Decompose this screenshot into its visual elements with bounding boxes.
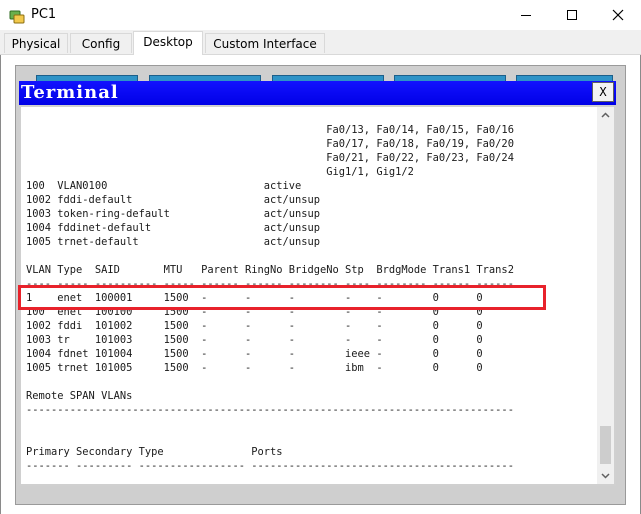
terminal-line: ----------------------------------------… bbox=[26, 404, 514, 416]
terminal-line: 1004 fddinet-default act/unsup bbox=[26, 222, 321, 234]
terminal-line: Fa0/17, Fa0/18, Fa0/19, Fa0/20 bbox=[26, 138, 514, 150]
scroll-down-button[interactable] bbox=[597, 467, 614, 484]
scroll-up-button[interactable] bbox=[597, 107, 614, 124]
minimize-icon bbox=[521, 15, 531, 16]
terminal-line: 1005 trnet 101005 1500 - - - ibm - 0 0 bbox=[26, 362, 483, 374]
highlight-box bbox=[18, 285, 546, 310]
terminal-line: 1004 fdnet 101004 1500 - - - ieee - 0 0 bbox=[26, 348, 483, 360]
tab-strip: Physical Config Desktop Custom Interface bbox=[0, 30, 641, 55]
terminal-line: Remote SPAN VLANs bbox=[26, 390, 133, 402]
window-title: PC1 bbox=[31, 7, 57, 22]
terminal-titlebar: Terminal X bbox=[19, 81, 616, 105]
terminal-line: 1002 fddi-default act/unsup bbox=[26, 194, 321, 206]
terminal-line: ------- --------- ----------------- ----… bbox=[26, 460, 514, 472]
chevron-up-icon bbox=[601, 112, 610, 118]
terminal-line: 1003 tr 101003 1500 - - - - - 0 0 bbox=[26, 334, 483, 346]
terminal-line: VLAN Type SAID MTU Parent RingNo BridgeN… bbox=[26, 264, 514, 276]
close-icon bbox=[612, 9, 624, 21]
terminal-title: Terminal bbox=[21, 82, 119, 103]
terminal-line: 100 VLAN0100 active bbox=[26, 180, 302, 192]
window-titlebar: PC1 bbox=[0, 0, 641, 30]
chevron-down-icon bbox=[601, 473, 610, 479]
tab-custom-interface[interactable]: Custom Interface bbox=[205, 33, 325, 53]
maximize-button[interactable] bbox=[549, 0, 595, 30]
packet-tracer-pc-icon bbox=[9, 10, 25, 24]
terminal-line: Fa0/13, Fa0/14, Fa0/15, Fa0/16 bbox=[26, 124, 514, 136]
close-button[interactable] bbox=[595, 0, 641, 30]
tab-config[interactable]: Config bbox=[70, 33, 132, 53]
terminal-line: Primary Secondary Type Ports bbox=[26, 446, 283, 458]
terminal-line: 1003 token-ring-default act/unsup bbox=[26, 208, 321, 220]
vertical-scrollbar[interactable] bbox=[597, 107, 614, 484]
terminal-line: Gig1/1, Gig1/2 bbox=[26, 166, 414, 178]
tab-physical[interactable]: Physical bbox=[4, 33, 68, 53]
terminal-close-button[interactable]: X bbox=[592, 82, 614, 102]
terminal-line: Fa0/21, Fa0/22, Fa0/23, Fa0/24 bbox=[26, 152, 514, 164]
terminal-line: 1002 fddi 101002 1500 - - - - - 0 0 bbox=[26, 320, 483, 332]
terminal-line: 1005 trnet-default act/unsup bbox=[26, 236, 321, 248]
tab-desktop[interactable]: Desktop bbox=[133, 31, 203, 55]
minimize-button[interactable] bbox=[503, 0, 549, 30]
scrollbar-thumb[interactable] bbox=[600, 426, 611, 464]
maximize-icon bbox=[567, 10, 577, 20]
